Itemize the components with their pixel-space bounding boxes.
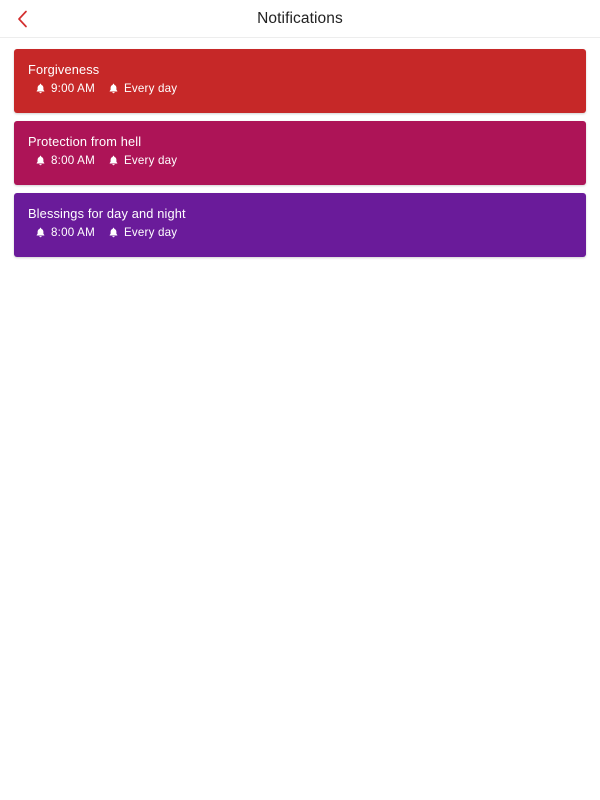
bell-icon — [109, 227, 118, 238]
notification-repeat-label: Every day — [123, 82, 178, 95]
notification-card[interactable]: Protection from hell 8:00 AM Every day — [14, 121, 586, 185]
notification-meta: 9:00 AM Every day — [28, 82, 586, 95]
notification-title: Protection from hell — [28, 134, 142, 149]
notification-time-label: 9:00 AM — [51, 82, 95, 95]
bell-icon — [109, 155, 118, 166]
back-button[interactable] — [5, 0, 39, 38]
notification-time: 8:00 AM — [36, 154, 95, 167]
app-header: Notifications — [0, 0, 600, 38]
notification-meta: 8:00 AM Every day — [28, 226, 586, 239]
bell-icon — [36, 227, 45, 238]
notification-list: Forgiveness 9:00 AM Every day Protection… — [0, 38, 600, 257]
notification-title: Blessings for day and night — [28, 206, 186, 221]
bell-icon — [36, 155, 45, 166]
page-title: Notifications — [257, 9, 343, 27]
notification-time: 8:00 AM — [36, 226, 95, 239]
notification-repeat-label: Every day — [123, 154, 178, 167]
notification-repeat: Every day — [109, 82, 177, 95]
notification-time-label: 8:00 AM — [51, 154, 95, 167]
notification-title: Forgiveness — [28, 62, 100, 77]
notification-card[interactable]: Forgiveness 9:00 AM Every day — [14, 49, 586, 113]
bell-icon — [109, 83, 118, 94]
notification-card[interactable]: Blessings for day and night 8:00 AM Ever… — [14, 193, 586, 257]
bell-icon — [36, 83, 45, 94]
notification-repeat: Every day — [109, 226, 177, 239]
notification-time: 9:00 AM — [36, 82, 95, 95]
notification-meta: 8:00 AM Every day — [28, 154, 586, 167]
notification-repeat: Every day — [109, 154, 177, 167]
chevron-left-icon — [17, 10, 28, 28]
notification-time-label: 8:00 AM — [51, 226, 95, 239]
notification-repeat-label: Every day — [123, 226, 178, 239]
